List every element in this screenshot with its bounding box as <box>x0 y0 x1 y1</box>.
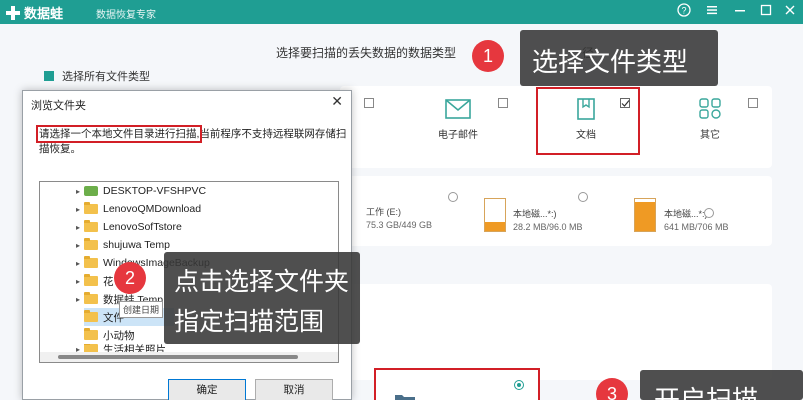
tree-item[interactable]: ▸ DESKTOP-VFSHPVC <box>72 182 206 200</box>
chevron-right-icon[interactable]: ▸ <box>72 241 84 250</box>
document-highlight-box <box>536 87 640 155</box>
chevron-right-icon[interactable]: ▸ <box>72 205 84 214</box>
browse-folder-highlight-box <box>374 368 540 400</box>
drive-radio[interactable] <box>578 192 588 202</box>
plus-logo-icon <box>6 5 20 20</box>
folder-icon <box>84 292 98 304</box>
select-all-types[interactable]: 选择所有文件类型 <box>44 68 150 84</box>
drive-usage-bar <box>634 198 656 232</box>
drive-size: 641 MB/706 MB <box>664 222 729 232</box>
folder-icon <box>84 328 98 340</box>
folder-icon <box>84 220 98 232</box>
drive-item[interactable]: 工作 (E:) 75.3 GB/449 GB <box>366 196 432 232</box>
tree-item[interactable]: 小动物 <box>84 326 135 344</box>
location-panel <box>340 284 772 380</box>
partial-type-checkbox[interactable] <box>364 98 374 108</box>
chevron-right-icon[interactable]: ▸ <box>72 277 84 286</box>
drive-size: 28.2 MB/96.0 MB <box>513 222 583 232</box>
select-all-checkbox[interactable] <box>44 71 54 81</box>
drive-name: 本地磁...*:) <box>513 209 557 219</box>
drive-name: 工作 (E:) <box>366 207 401 217</box>
folder-icon <box>84 256 98 268</box>
chevron-right-icon[interactable]: ▸ <box>72 295 84 304</box>
drive-radio[interactable] <box>704 208 714 218</box>
tree-item[interactable]: ▸ LenovoSofTstore <box>72 218 182 236</box>
minimize-icon[interactable] <box>730 2 750 22</box>
app-name: 数据蛙 <box>24 6 64 21</box>
drive-item[interactable]: 本地磁...*:) 28.2 MB/96.0 MB <box>513 196 583 234</box>
callout-text: 开启扫描 <box>654 385 759 400</box>
callout-text-line2: 指定扫描范围 <box>174 308 325 336</box>
menu-icon[interactable] <box>702 2 722 22</box>
folder-icon <box>84 310 98 322</box>
tree-item[interactable]: ▸ LenovoQMDownload <box>72 200 201 218</box>
drive-item[interactable]: 本地磁...*:) 641 MB/706 MB <box>664 196 729 234</box>
callout-step-2: 点击选择文件夹 指定扫描范围 <box>164 252 360 344</box>
dialog-message-highlight: 请选择一个本地文件目录进行扫描, <box>35 125 203 143</box>
ok-button[interactable]: 确定 <box>168 379 246 400</box>
scrollbar-thumb[interactable] <box>58 355 298 359</box>
other-icon <box>699 98 721 119</box>
callout-step-1: 选择文件类型 <box>520 30 718 86</box>
email-checkbox[interactable] <box>498 98 508 108</box>
chevron-right-icon[interactable]: ▸ <box>72 187 84 196</box>
dialog-message: 请选择一个本地文件目录进行扫描,当前程序不支持远程联网存储扫描恢复。 <box>35 125 351 157</box>
type-card-email[interactable]: 电子邮件 <box>408 90 508 154</box>
drive-radio[interactable] <box>448 192 458 202</box>
email-label: 电子邮件 <box>438 130 478 141</box>
callout-step-3: 开启扫描 <box>640 370 803 400</box>
callout-text: 选择文件类型 <box>532 47 689 77</box>
step-badge: 2 <box>114 262 146 294</box>
help-icon[interactable]: ? <box>674 2 694 22</box>
tree-item[interactable]: ▸ 花 <box>72 272 114 290</box>
other-label: 其它 <box>700 130 720 141</box>
app-logo: 数据蛙 <box>6 3 63 22</box>
drive-name: 本地磁...*:) <box>664 209 708 219</box>
type-card-other[interactable]: 其它 <box>660 90 760 154</box>
callout-text-line1: 点击选择文件夹 <box>174 268 350 296</box>
horizontal-scrollbar[interactable] <box>40 352 338 362</box>
computer-icon <box>84 186 98 196</box>
select-all-label: 选择所有文件类型 <box>62 71 150 83</box>
browse-folder-dialog: 浏览文件夹 ✕ 请选择一个本地文件目录进行扫描,当前程序不支持远程联网存储扫描恢… <box>22 90 352 400</box>
folder-icon <box>84 274 98 286</box>
chevron-right-icon[interactable]: ▸ <box>72 259 84 268</box>
other-checkbox[interactable] <box>748 98 758 108</box>
folder-icon <box>84 238 98 250</box>
title-bar: 数据蛙 数据恢复专家 ? <box>0 0 803 24</box>
svg-text:?: ? <box>681 6 686 16</box>
chevron-right-icon[interactable]: ▸ <box>72 223 84 232</box>
drive-size: 75.3 GB/449 GB <box>366 220 433 230</box>
drive-usage-bar <box>484 198 506 232</box>
app-subtitle: 数据恢复专家 <box>96 10 156 21</box>
tree-item[interactable]: ▸ shujuwa Temp <box>72 236 170 254</box>
tooltip: 创建日期 <box>119 301 164 318</box>
folder-icon <box>84 202 98 214</box>
dialog-close-icon[interactable]: ✕ <box>331 93 343 110</box>
dialog-title: 浏览文件夹 <box>31 100 86 112</box>
close-icon[interactable] <box>780 2 800 22</box>
cancel-button[interactable]: 取消 <box>255 379 333 400</box>
maximize-icon[interactable] <box>756 2 776 22</box>
step-badge: 1 <box>472 40 504 72</box>
email-icon <box>445 99 471 119</box>
